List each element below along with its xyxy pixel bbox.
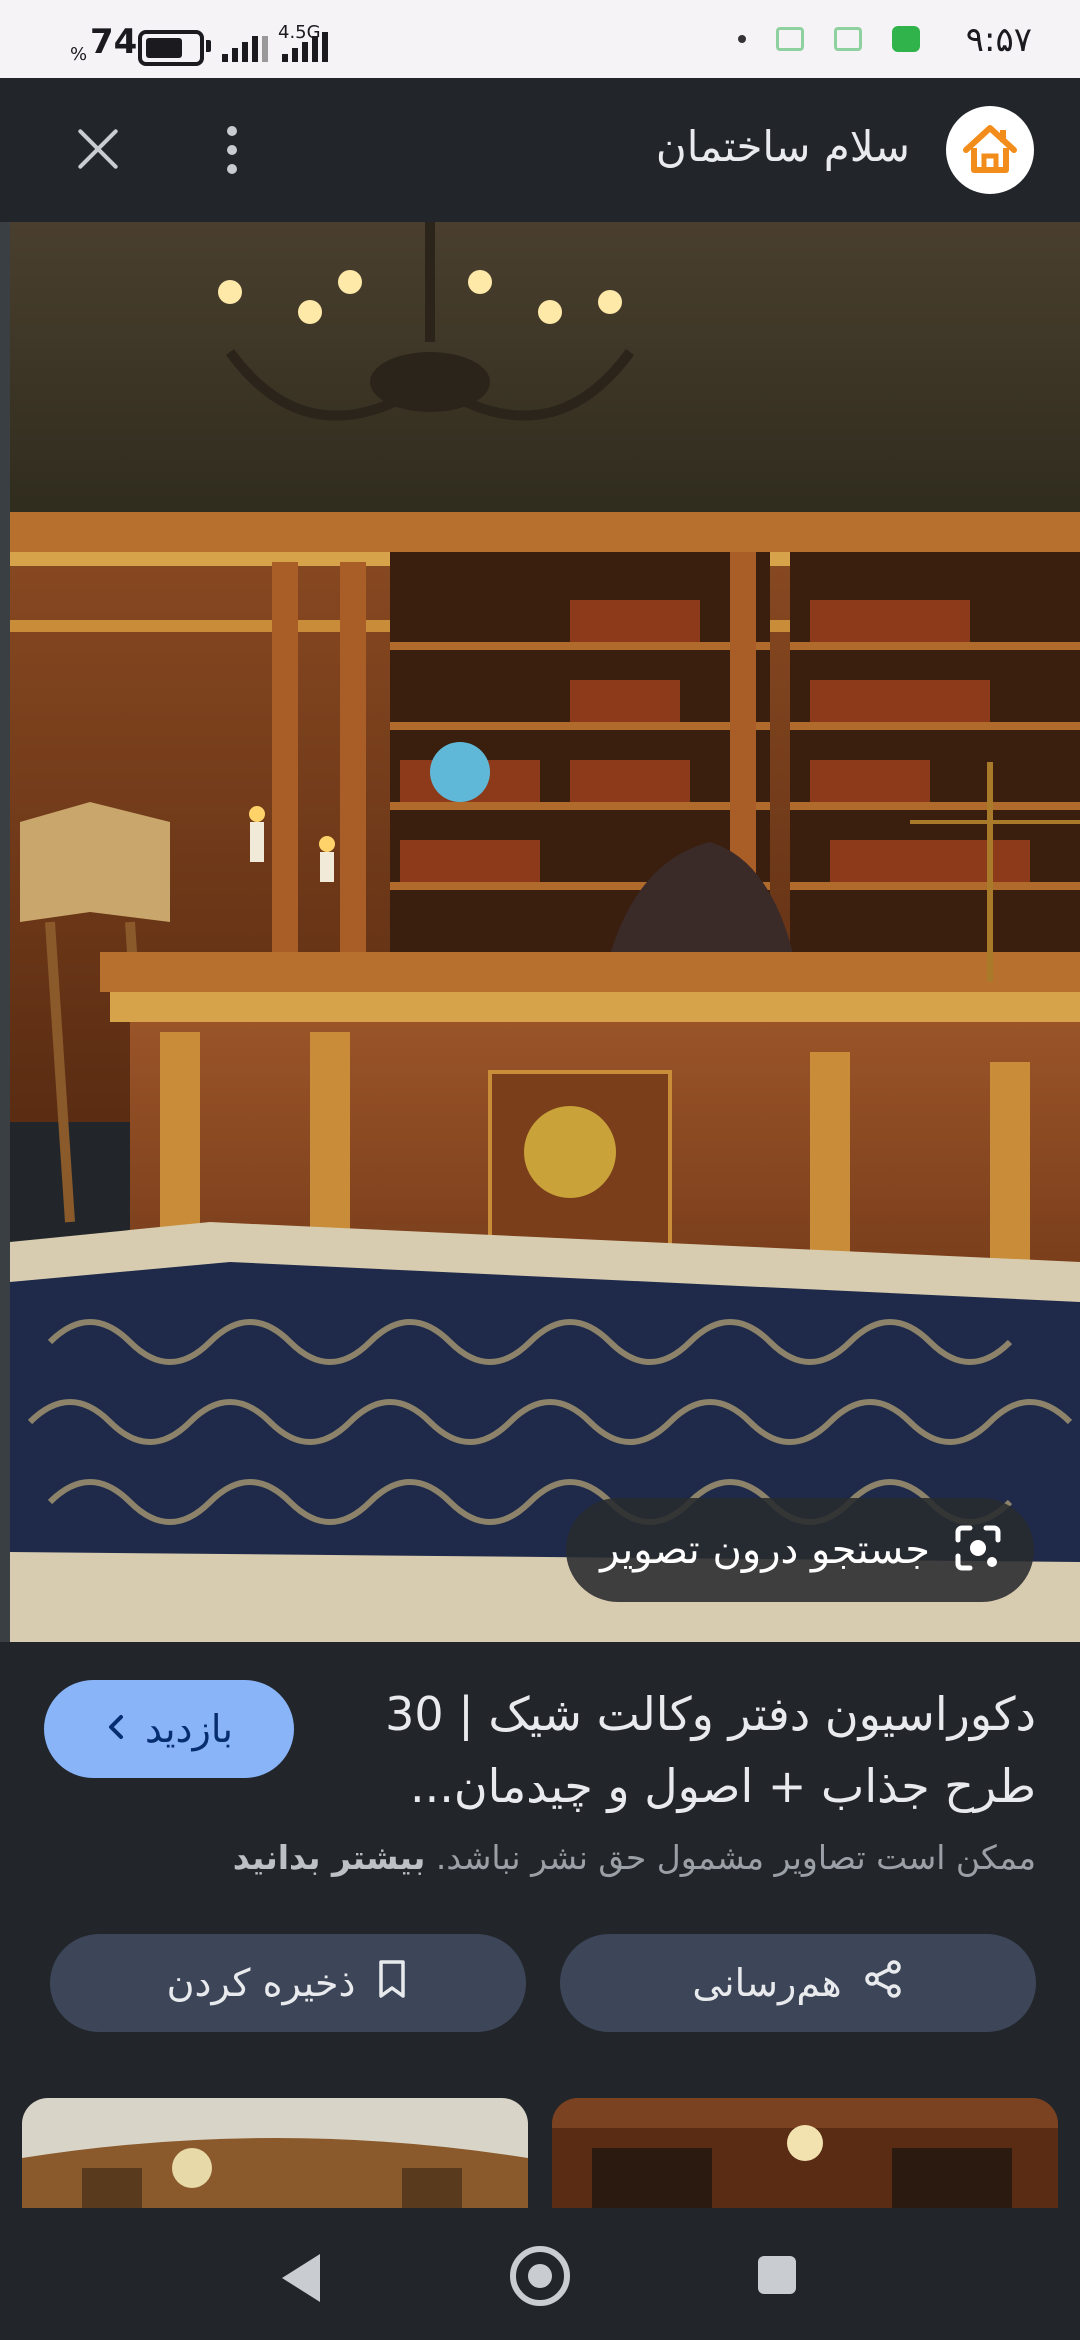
copyright-text: ممکن است تصاویر مشمول حق نشر نباشد. [435,1838,1036,1877]
battery-percent-symbol: % [70,44,88,65]
app-notification-icon-2 [834,27,862,51]
message-app-icon [892,26,920,52]
lens-search-icon [952,1522,1004,1578]
result-title[interactable]: دکوراسیون دفتر وکالت شیک | 30 طرح جذاب +… [356,1678,1036,1822]
signal-icon-2 [282,30,328,62]
recents-icon[interactable] [758,2256,796,2294]
share-button[interactable]: هم‌رسانی [560,1934,1036,2032]
chevron-left-icon [105,1707,127,1751]
learn-more-link[interactable]: بیشتر بدانید [233,1838,426,1877]
search-in-image-button[interactable]: جستجو درون تصویر [566,1498,1034,1602]
visit-button[interactable]: بازدید [44,1680,294,1778]
home-icon[interactable] [510,2246,570,2306]
battery-icon [138,30,204,66]
app-notification-icon [776,27,804,51]
related-image-thumbnail[interactable] [552,2098,1058,2208]
site-name[interactable]: سلام ساختمان [656,122,910,171]
status-time: ۹:۵۷ [965,20,1032,60]
save-button[interactable]: ذخیره کردن [50,1934,526,2032]
close-icon[interactable] [66,118,130,182]
copyright-notice: ممکن است تصاویر مشمول حق نشر نباشد. بیشت… [233,1838,1036,1877]
signal-icon [222,30,268,62]
save-label: ذخیره کردن [166,1961,356,2005]
house-logo-icon[interactable] [946,106,1034,194]
bookmark-icon [375,1958,409,2009]
more-vert-icon[interactable] [210,118,254,182]
search-in-image-label: جستجو درون تصویر [600,1527,930,1573]
result-info: بازدید دکوراسیون دفتر وکالت شیک | 30 طرح… [0,1642,1080,2208]
visit-label: بازدید [145,1707,233,1751]
share-label: هم‌رسانی [692,1961,842,2005]
app-header: سلام ساختمان [0,78,1080,222]
back-icon[interactable] [282,2254,320,2302]
status-bar: % 74 4.5G ۹:۵۷ [0,0,1080,78]
office-image[interactable] [10,222,1080,1642]
notification-dot-icon [738,35,746,43]
share-icon [862,1958,904,2009]
battery-percent: 74 [90,22,138,62]
system-nav-bar [0,2208,1080,2340]
related-image-thumbnail[interactable] [22,2098,528,2208]
